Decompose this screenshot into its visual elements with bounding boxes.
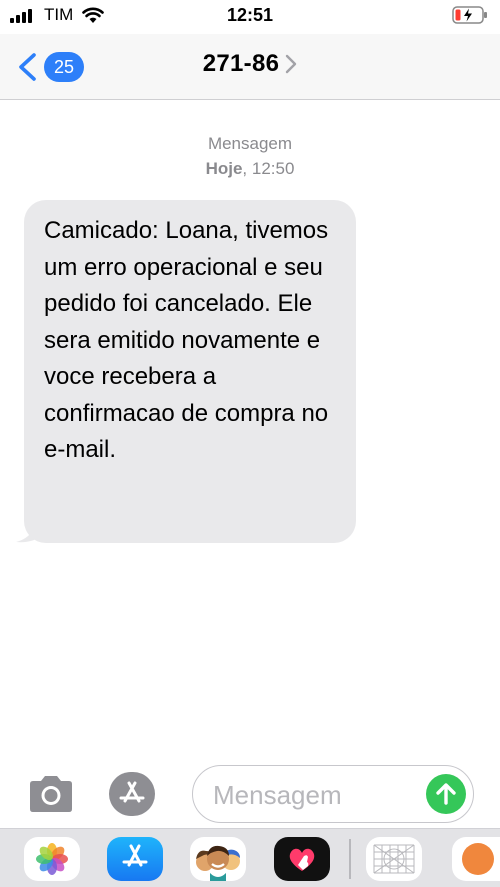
imessage-app-drawer xyxy=(0,828,500,887)
message-input-placeholder: Mensagem xyxy=(213,780,342,810)
message-timestamp: Mensagem Hoje, 12:50 xyxy=(0,131,500,181)
orange-app-icon xyxy=(462,843,494,875)
conversation-header: 25 271-86 xyxy=(0,34,500,100)
orange-app-button[interactable] xyxy=(452,837,500,881)
timestamp-day: Hoje xyxy=(205,159,243,178)
send-button[interactable] xyxy=(426,774,466,814)
digital-touch-app-button[interactable] xyxy=(274,837,330,881)
memoji-app-button[interactable] xyxy=(190,837,246,881)
clock: 12:51 xyxy=(226,5,274,25)
digital-touch-icon xyxy=(289,848,315,871)
app-store-icon xyxy=(119,781,145,803)
photos-app-button[interactable] xyxy=(24,837,80,881)
drawer-divider xyxy=(349,839,351,879)
battery-low-charging-icon xyxy=(452,6,488,24)
message-input[interactable]: Mensagem xyxy=(192,765,474,823)
arrow-up-icon xyxy=(436,783,456,805)
contact-title: 271-86 xyxy=(0,50,500,78)
grid-app-button[interactable] xyxy=(366,837,422,881)
contact-name: 271-86 xyxy=(202,50,280,77)
app-store-app-button[interactable] xyxy=(107,837,163,881)
grid-app-icon xyxy=(373,844,415,874)
app-store-icon xyxy=(122,844,148,867)
chevron-right-icon xyxy=(286,54,297,74)
message-type-label: Mensagem xyxy=(207,134,293,153)
status-bar: TIM 12:51 xyxy=(0,0,500,34)
app-store-button[interactable] xyxy=(109,772,155,816)
photos-icon xyxy=(36,843,68,875)
memoji-icon xyxy=(196,845,240,881)
timestamp-time: , 12:50 xyxy=(242,159,295,178)
camera-icon xyxy=(30,776,72,812)
incoming-message-bubble[interactable]: Camicado: Loana, tivemos um erro operaci… xyxy=(24,200,356,543)
contact-details-button[interactable]: 271-86 xyxy=(203,50,298,78)
camera-button[interactable] xyxy=(26,772,76,816)
